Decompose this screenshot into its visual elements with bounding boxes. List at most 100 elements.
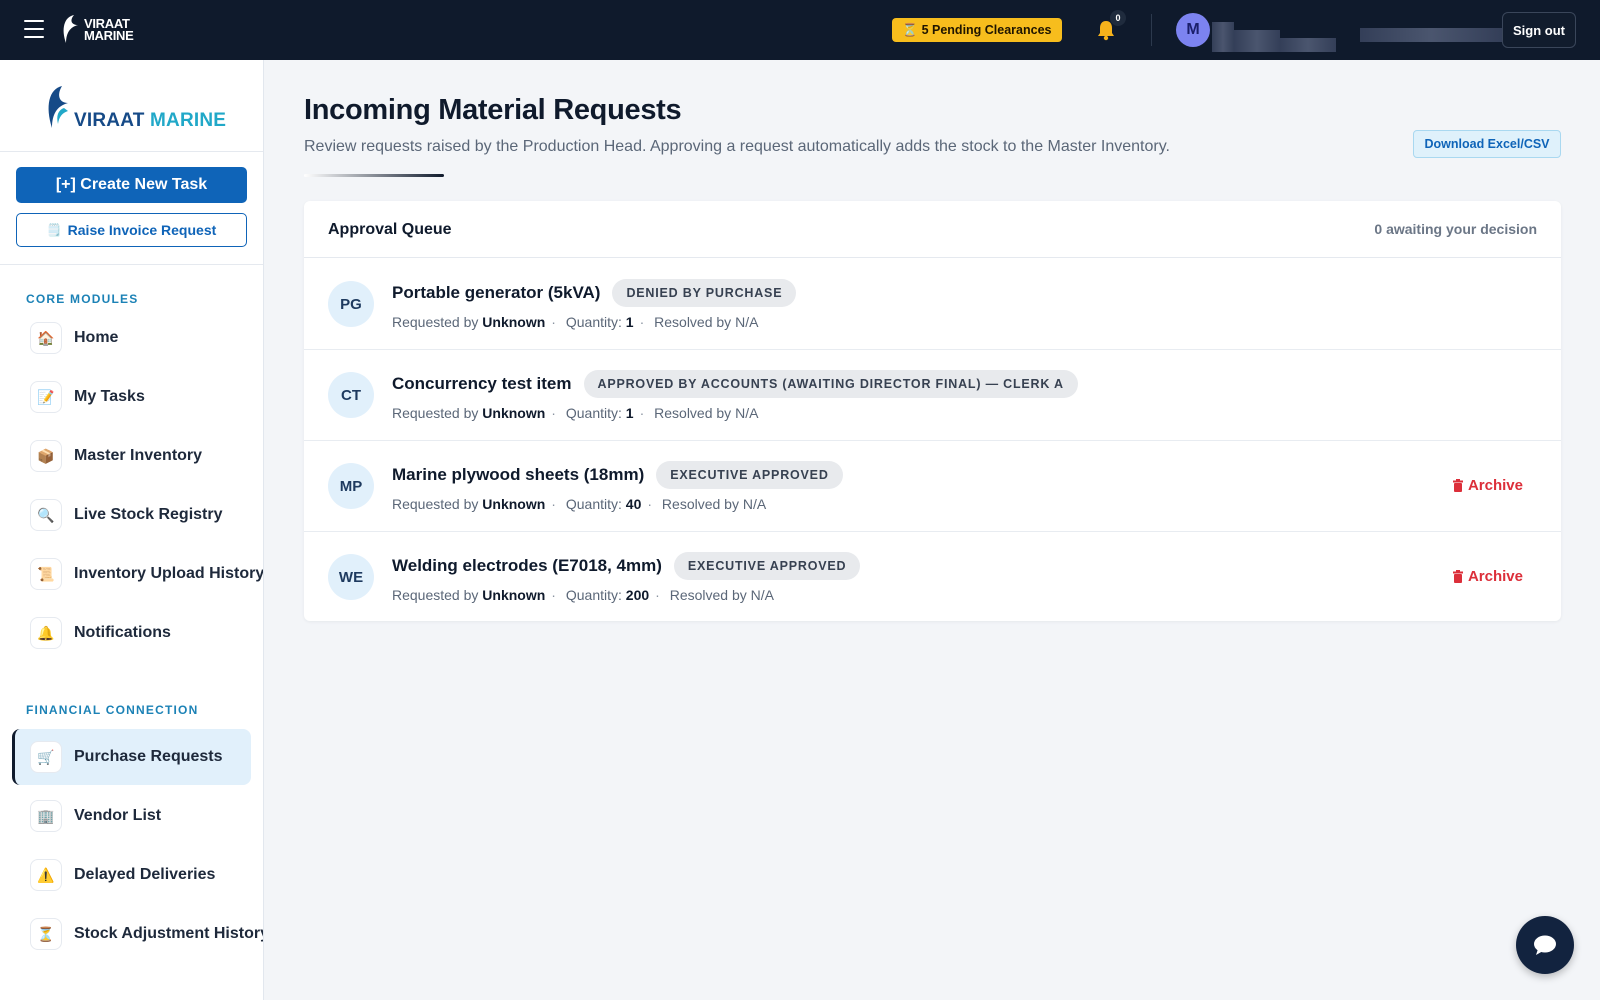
sidebar-item-label: Master Inventory bbox=[74, 447, 203, 464]
trash-icon bbox=[1452, 479, 1463, 492]
redacted-username-block bbox=[1280, 38, 1336, 52]
chat-button[interactable] bbox=[1516, 916, 1574, 974]
sidebar-item-delayed-deliveries[interactable]: ⚠️ Delayed Deliveries bbox=[12, 847, 251, 903]
redacted-email-block bbox=[1360, 28, 1502, 42]
top-bar-divider bbox=[1151, 14, 1152, 46]
resolved-by-value: N/A bbox=[742, 496, 767, 512]
item-meta: Requested by Unknown · Quantity: 1 · Resol… bbox=[392, 314, 759, 330]
raise-invoice-request-button[interactable]: 🗒️ Raise Invoice Request bbox=[16, 213, 247, 247]
sidebar-item-live-stock-registry[interactable]: 🔍 Live Stock Registry bbox=[12, 487, 251, 543]
sidebar-item-stock-adjustment-history[interactable]: ⏳ Stock Adjustment History bbox=[12, 906, 263, 962]
hourglass-icon: ⏳ bbox=[30, 918, 62, 950]
hamburger-menu-icon[interactable] bbox=[24, 20, 44, 38]
item-initials-avatar: WE bbox=[328, 554, 374, 600]
sidebar-item-home[interactable]: 🏠 Home bbox=[12, 310, 251, 366]
sidebar-item-vendor-list[interactable]: 🏢 Vendor List bbox=[12, 788, 251, 844]
quantity-value: 1 bbox=[625, 405, 634, 421]
pending-clearances-label: 5 Pending Clearances bbox=[921, 23, 1052, 37]
memo-icon: 📝 bbox=[30, 381, 62, 413]
sidebar-item-label: Notifications bbox=[74, 624, 171, 641]
item-meta: Requested by Unknown · Quantity: 1 · Resol… bbox=[392, 405, 759, 421]
item-name: Marine plywood sheets (18mm) bbox=[392, 465, 645, 484]
status-badge: EXECUTIVE APPROVED bbox=[656, 461, 843, 489]
redacted-username-block bbox=[1212, 22, 1234, 52]
resolved-by-value: N/A bbox=[750, 587, 774, 603]
magnifier-icon: 🔍 bbox=[30, 499, 62, 531]
user-avatar[interactable]: M bbox=[1176, 13, 1210, 47]
sidebar-item-inventory-upload-history[interactable]: 📜 Inventory Upload History bbox=[12, 546, 263, 602]
sidebar-item-label: Live Stock Registry bbox=[74, 506, 223, 523]
status-badge: DENIED BY PURCHASE bbox=[612, 279, 797, 307]
table-row[interactable]: PG Portable generator (5kVA) DENIED BY P… bbox=[304, 259, 1561, 350]
wave-logo-icon bbox=[48, 86, 68, 128]
requester-name: Unknown bbox=[482, 314, 546, 330]
sidebar: VIRAAT MARINE [+] Create New Task 🗒️ Rai… bbox=[0, 60, 264, 1000]
raise-invoice-request-label: Raise Invoice Request bbox=[67, 222, 217, 238]
section-title-financial-connection: FINANCIAL CONNECTION bbox=[26, 703, 199, 717]
approval-queue-title: Approval Queue bbox=[328, 221, 452, 238]
document-icon: 🗒️ bbox=[46, 223, 62, 237]
sidebar-item-label: Vendor List bbox=[74, 807, 162, 824]
create-new-task-button[interactable]: [+] Create New Task bbox=[16, 167, 247, 203]
table-row[interactable]: WE Welding electrodes (E7018, 4mm) EXECU… bbox=[304, 532, 1561, 621]
sidebar-logo-word-1: VIRAAT bbox=[74, 110, 145, 131]
item-initials-avatar: MP bbox=[328, 463, 374, 509]
archive-button[interactable]: Archive bbox=[1452, 477, 1523, 494]
quantity-value: 1 bbox=[625, 314, 634, 330]
sign-out-button[interactable]: Sign out bbox=[1502, 12, 1576, 48]
table-row[interactable]: CT Concurrency test item APPROVED BY ACC… bbox=[304, 350, 1561, 441]
sidebar-logo[interactable]: VIRAAT MARINE bbox=[44, 82, 226, 132]
archive-label: Archive bbox=[1467, 477, 1523, 494]
sidebar-item-master-inventory[interactable]: 📦 Master Inventory bbox=[12, 428, 251, 484]
sidebar-divider bbox=[0, 264, 263, 265]
wave-logo-icon bbox=[63, 15, 78, 43]
top-bar: VIRAAT MARINE ⏳ 5 Pending Clearances 0 M… bbox=[0, 0, 1600, 60]
status-badge: APPROVED BY ACCOUNTS (AWAITING DIRECTOR … bbox=[583, 370, 1078, 398]
page-subtitle: Review requests raised by the Production… bbox=[304, 138, 1170, 155]
sidebar-divider bbox=[0, 151, 263, 152]
sidebar-item-purchase-requests[interactable]: 🛒 Purchase Requests bbox=[12, 729, 251, 785]
requester-name: Unknown bbox=[482, 496, 546, 512]
package-icon: 📦 bbox=[30, 440, 62, 472]
table-row[interactable]: MP Marine plywood sheets (18mm) EXECUTIV… bbox=[304, 441, 1561, 532]
quantity-value: 200 bbox=[625, 587, 650, 603]
sidebar-item-notifications[interactable]: 🔔 Notifications bbox=[12, 605, 251, 661]
bell-icon: 🔔 bbox=[30, 617, 62, 649]
status-badge: EXECUTIVE APPROVED bbox=[673, 552, 861, 580]
pending-clearances-badge[interactable]: ⏳ 5 Pending Clearances bbox=[892, 18, 1062, 42]
item-name: Welding electrodes (E7018, 4mm) bbox=[392, 556, 662, 575]
hourglass-icon: ⏳ bbox=[902, 22, 918, 37]
office-building-icon: 🏢 bbox=[30, 800, 62, 832]
download-excel-csv-button[interactable]: Download Excel/CSV bbox=[1413, 130, 1561, 158]
page-title: Incoming Material Requests bbox=[304, 94, 682, 126]
sidebar-item-label: Inventory Upload History bbox=[74, 565, 264, 582]
archive-button[interactable]: Archive bbox=[1452, 568, 1523, 585]
shopping-cart-icon: 🛒 bbox=[30, 741, 62, 773]
chat-bubble-icon bbox=[1534, 935, 1556, 955]
sidebar-item-my-tasks[interactable]: 📝 My Tasks bbox=[12, 369, 251, 425]
item-name: Concurrency test item bbox=[392, 374, 572, 393]
title-underline bbox=[304, 174, 444, 177]
item-initials-avatar: CT bbox=[328, 372, 374, 418]
item-meta: Requested by Unknown · Quantity: 40 · Reso… bbox=[392, 496, 767, 512]
home-icon: 🏠 bbox=[30, 322, 62, 354]
sidebar-item-label: My Tasks bbox=[74, 388, 145, 405]
top-logo-line-2: MARINE bbox=[84, 28, 134, 43]
requester-name: Unknown bbox=[482, 587, 546, 603]
trash-icon bbox=[1452, 570, 1463, 583]
notification-count-badge: 0 bbox=[1110, 10, 1126, 26]
redacted-username-block bbox=[1234, 30, 1280, 52]
top-logo[interactable]: VIRAAT MARINE bbox=[60, 12, 164, 48]
item-initials-avatar: PG bbox=[328, 281, 374, 327]
resolved-by-value: N/A bbox=[735, 314, 759, 330]
quantity-value: 40 bbox=[625, 496, 642, 512]
section-title-core-modules: CORE MODULES bbox=[26, 292, 139, 306]
item-meta: Requested by Unknown · Quantity: 200 · Res… bbox=[392, 587, 774, 603]
sidebar-item-label: Purchase Requests bbox=[74, 748, 223, 765]
sidebar-item-label: Stock Adjustment History bbox=[74, 925, 264, 942]
awaiting-decision-count: 0 awaiting your decision bbox=[1374, 221, 1537, 237]
resolved-by-value: N/A bbox=[735, 405, 759, 421]
sidebar-item-label: Home bbox=[74, 329, 119, 346]
sidebar-item-label: Delayed Deliveries bbox=[74, 866, 216, 883]
item-name: Portable generator (5kVA) bbox=[392, 283, 601, 302]
